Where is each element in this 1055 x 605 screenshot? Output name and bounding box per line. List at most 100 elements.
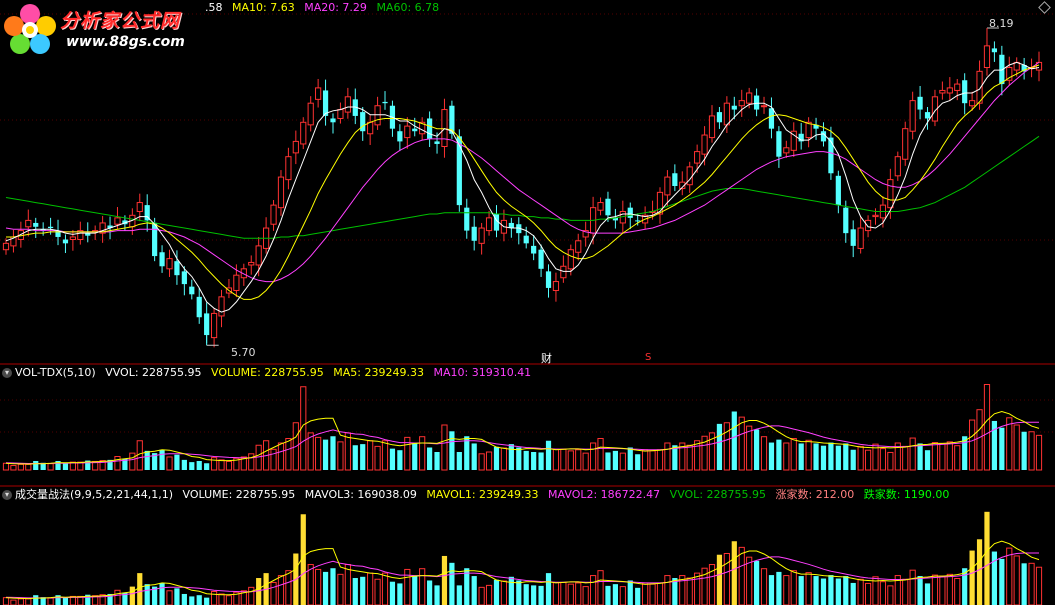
candle-body (330, 118, 336, 123)
strategy-bar (449, 562, 455, 605)
strategy-bar (790, 570, 797, 605)
candle-body (69, 236, 76, 241)
candle-body (412, 128, 418, 132)
volume-bar (1028, 431, 1035, 471)
strategy-bar (917, 576, 923, 605)
volume-bar (731, 411, 737, 470)
ma5-line (5, 61, 1040, 313)
volume-bar (344, 432, 351, 471)
strategy-bar (864, 582, 872, 605)
strategy-bar (589, 575, 597, 605)
volume-bar (983, 384, 991, 471)
strategy-bar (820, 578, 827, 605)
volume-bar (531, 452, 537, 470)
candle-body (285, 156, 292, 181)
volume-bar (835, 445, 841, 470)
candle-body (218, 296, 225, 317)
candle-body (2, 242, 10, 251)
strategy-bar (619, 586, 626, 605)
volume-bar (478, 453, 485, 471)
volume-bar (850, 449, 856, 470)
volume-bar (649, 450, 656, 471)
strategy-bar (835, 578, 841, 605)
strategy-bar (1028, 562, 1035, 605)
strategy-bar (277, 575, 285, 605)
strategy-bar (909, 569, 916, 605)
volume-bar (33, 461, 39, 470)
candle-body (976, 70, 983, 104)
volume-bar (969, 419, 976, 471)
strategy-bar (545, 573, 552, 605)
candle-body (300, 121, 307, 145)
volume-bar (783, 442, 790, 471)
volume-bar (485, 451, 493, 471)
strategy-bar (931, 574, 939, 605)
low-price-label: 5.70 (231, 346, 256, 359)
candle-body (939, 89, 946, 94)
volume-bar (686, 444, 693, 471)
candle-body (887, 179, 894, 209)
volume-bar (10, 465, 17, 471)
candle-body (776, 131, 782, 157)
ma20-readout: MA20: 7.29 (304, 1, 367, 14)
strategy-bar (33, 595, 39, 605)
vol-indicator-name[interactable]: VOL-TDX(5,10) (15, 366, 96, 379)
strategy-bar (828, 575, 834, 605)
strategy-bar (783, 575, 790, 605)
volume-bar (828, 442, 834, 470)
strategy-bar (464, 568, 470, 605)
candle-body (152, 222, 158, 257)
candle-body (478, 227, 485, 244)
volume-bar (389, 448, 396, 470)
candle-body (471, 226, 477, 241)
chart-canvas (0, 13, 1055, 605)
strategy-indicator-name[interactable]: 成交量战法(9,9,5,2,21,44,1,1) (15, 488, 173, 501)
candle-body (33, 222, 39, 227)
strategy-bar (999, 558, 1005, 605)
strategy-bar (1035, 566, 1043, 605)
strategy-bar (768, 575, 775, 605)
volume-bar (999, 427, 1005, 470)
volume-bar (322, 439, 329, 470)
candle-body (538, 249, 544, 269)
volume-bar (582, 452, 589, 471)
volume-bar (738, 416, 745, 471)
strategy-bar (642, 582, 649, 605)
strategy-bar (196, 595, 202, 605)
ma60-readout: MA60: 6.78 (376, 1, 440, 14)
volume-bar (367, 440, 374, 471)
collapse-strategy-icon[interactable]: ▾ (2, 490, 12, 500)
volume-bar (946, 441, 953, 471)
candle-body (969, 100, 976, 107)
strategy-bar (946, 573, 953, 605)
volume-bar (508, 444, 514, 470)
strategy-bar (516, 580, 522, 605)
volume-bar (560, 448, 567, 471)
ma60-line (5, 135, 1040, 239)
collapse-vol-icon[interactable]: ▾ (2, 368, 12, 378)
strategy-bar (805, 572, 812, 605)
volume-bar (768, 442, 775, 470)
candle-body (560, 265, 567, 279)
strategy-bar (523, 584, 529, 605)
candle-body (47, 226, 54, 229)
candle-body (991, 48, 998, 53)
vol-ma10-readout: MA10: 319310.41 (433, 366, 532, 379)
strategy-bar (17, 598, 24, 605)
volume-readout: VOLUME: 228755.95 (211, 366, 324, 379)
strategy-bar (322, 571, 329, 605)
candle-body (605, 198, 611, 216)
volume-bar (285, 438, 292, 471)
signal-marker[interactable]: S (645, 352, 651, 363)
candle-body (552, 281, 560, 291)
financial-event-marker[interactable]: 财 (541, 350, 552, 366)
candle-body (174, 261, 180, 276)
volume-bar (776, 439, 782, 470)
candle-body (485, 217, 493, 232)
volume-bar (1006, 417, 1013, 471)
candle-body (864, 219, 872, 232)
strategy-bar (723, 553, 730, 605)
candle-body (545, 271, 552, 288)
strategy-bar (686, 577, 693, 605)
volume-bar (2, 462, 10, 471)
